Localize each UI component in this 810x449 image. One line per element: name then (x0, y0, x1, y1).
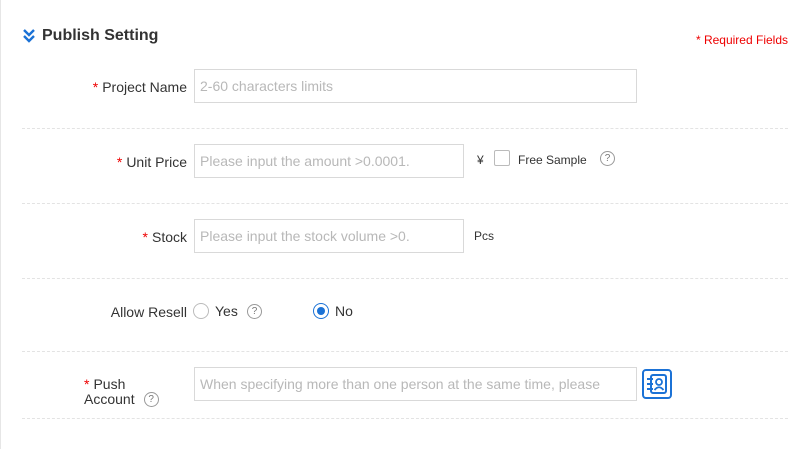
allow-resell-help-icon[interactable]: ? (247, 304, 262, 319)
push-account-help-icon[interactable]: ? (143, 392, 159, 407)
stock-input[interactable] (194, 219, 464, 253)
contact-book-icon (647, 374, 667, 394)
free-sample-label: Free Sample (518, 153, 587, 167)
push-account-label-line1: Push (93, 376, 126, 392)
free-sample-help-icon[interactable]: ? (600, 151, 615, 166)
stock-unit: Pcs (474, 229, 495, 243)
project-name-input[interactable] (194, 69, 637, 103)
left-border (0, 0, 1, 449)
project-name-row: * Project Name (22, 54, 788, 129)
resell-yes-label[interactable]: Yes (215, 303, 238, 319)
resell-no-label[interactable]: No (335, 303, 353, 319)
section-title: Publish Setting (42, 27, 159, 44)
currency-symbol: ¥ (477, 153, 484, 167)
allow-resell-row: Allow Resell Yes ? No (22, 279, 788, 352)
allow-resell-label: Allow Resell (110, 304, 187, 320)
project-name-label-text: Project Name (102, 79, 187, 95)
push-account-label: * Push Account? (84, 377, 159, 407)
free-sample-checkbox[interactable] (494, 150, 510, 166)
unit-price-input[interactable] (194, 144, 464, 178)
stock-row: *Stock Pcs (22, 204, 788, 279)
project-name-label: * Project Name (93, 79, 187, 95)
required-fields-note: * Required Fields (695, 33, 788, 47)
resell-yes-radio[interactable] (193, 303, 209, 319)
unit-price-row: *Unit Price ¥ Free Sample ? (22, 129, 788, 204)
required-mark: * (142, 229, 148, 245)
required-mark: * (92, 79, 99, 95)
required-mark: * (116, 154, 123, 170)
push-account-input[interactable] (194, 367, 637, 401)
contact-picker-button[interactable] (642, 369, 672, 399)
required-mark: * (84, 376, 90, 392)
stock-label-text: Stock (151, 229, 187, 245)
stock-label: * Stock (143, 229, 187, 245)
section-header[interactable]: Publish Setting (22, 27, 158, 45)
resell-no-radio[interactable] (313, 303, 329, 319)
double-chevron-down-icon[interactable] (22, 28, 36, 44)
unit-price-label-text: Unit Price (126, 154, 187, 170)
push-account-label-line2: Account (84, 391, 135, 407)
unit-price-label: * Unit Price (117, 154, 187, 170)
push-account-row: * Push Account? (22, 352, 788, 419)
